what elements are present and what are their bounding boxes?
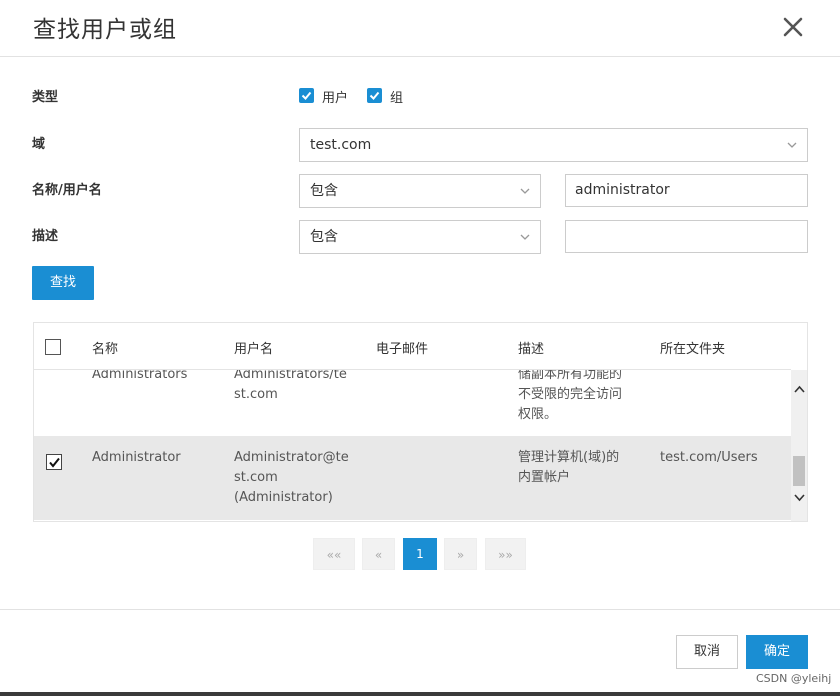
column-header-name[interactable]: 名称 — [92, 338, 118, 357]
pagination-first[interactable]: «« — [313, 538, 355, 570]
name-input[interactable]: administrator — [565, 174, 808, 207]
table-row[interactable]: Administrators Administrators/te st.com … — [34, 370, 791, 435]
column-header-folder[interactable]: 所在文件夹 — [660, 338, 725, 357]
cell-description: 管理计算机(域)的 内置帐户 — [518, 450, 620, 485]
column-header-username[interactable]: 用户名 — [234, 338, 273, 357]
watermark-text: CSDN @yleihj — [756, 672, 832, 685]
cell-username: Administrator@te st.com (Administrator) — [234, 450, 349, 505]
ok-button[interactable]: 确定 — [746, 635, 808, 669]
description-input[interactable] — [565, 220, 808, 253]
pagination-page-1[interactable]: 1 — [403, 538, 437, 570]
description-label: 描述 — [32, 229, 59, 244]
name-operator-select[interactable]: 包含 — [299, 174, 541, 208]
row-checkbox[interactable] — [46, 454, 62, 470]
table-header: 名称 用户名 电子邮件 描述 所在文件夹 — [34, 323, 791, 370]
window-bottom-edge — [0, 692, 840, 696]
chevron-down-icon[interactable] — [794, 494, 805, 502]
close-icon[interactable] — [779, 13, 807, 41]
search-button[interactable]: 查找 — [32, 266, 94, 300]
table-row[interactable]: Administrator Administrator@te st.com (A… — [34, 436, 791, 520]
results-table: 名称 用户名 电子邮件 描述 所在文件夹 Administrators Admi… — [33, 322, 808, 522]
scrollbar-thumb[interactable] — [793, 456, 805, 486]
description-operator-value: 包含 — [310, 229, 338, 245]
cell-name: Administrator — [92, 450, 181, 465]
name-label: 名称/用户名 — [32, 183, 102, 198]
cancel-button[interactable]: 取消 — [676, 635, 738, 669]
group-type-checkbox[interactable] — [367, 88, 382, 103]
domain-label: 域 — [32, 137, 46, 152]
name-operator-value: 包含 — [310, 183, 338, 199]
column-header-email[interactable]: 电子邮件 — [376, 338, 428, 357]
select-all-checkbox[interactable] — [45, 339, 61, 355]
pagination-next[interactable]: » — [444, 538, 477, 570]
chevron-down-icon — [520, 234, 530, 240]
table-body: Administrators Administrators/te st.com … — [34, 370, 791, 521]
table-scrollbar[interactable] — [791, 370, 807, 521]
pagination-last[interactable]: »» — [485, 538, 526, 570]
find-user-or-group-dialog: 查找用户或组 类型 用户 组 域 test.com 名称/用户名 包含 admi… — [0, 0, 840, 696]
column-header-description[interactable]: 描述 — [518, 338, 544, 357]
domain-select[interactable]: test.com — [299, 128, 808, 162]
user-type-label: 用户 — [322, 91, 349, 106]
pagination-prev[interactable]: « — [362, 538, 395, 570]
chevron-down-icon — [787, 142, 797, 148]
group-type-label: 组 — [390, 91, 404, 106]
domain-select-value: test.com — [310, 137, 372, 153]
cell-username: Administrators/te st.com — [234, 370, 347, 402]
cell-folder: test.com/Users — [660, 450, 758, 465]
chevron-up-icon[interactable] — [794, 385, 805, 393]
user-type-checkbox[interactable] — [299, 88, 314, 103]
dialog-header: 查找用户或组 — [0, 0, 840, 57]
dialog-title: 查找用户或组 — [33, 17, 177, 43]
cell-description: 储副本所有功能的 不受限的完全访问 权限。 — [518, 370, 623, 422]
cell-name: Administrators — [92, 370, 188, 382]
chevron-down-icon — [520, 188, 530, 194]
type-label: 类型 — [32, 90, 59, 105]
description-operator-select[interactable]: 包含 — [299, 220, 541, 254]
